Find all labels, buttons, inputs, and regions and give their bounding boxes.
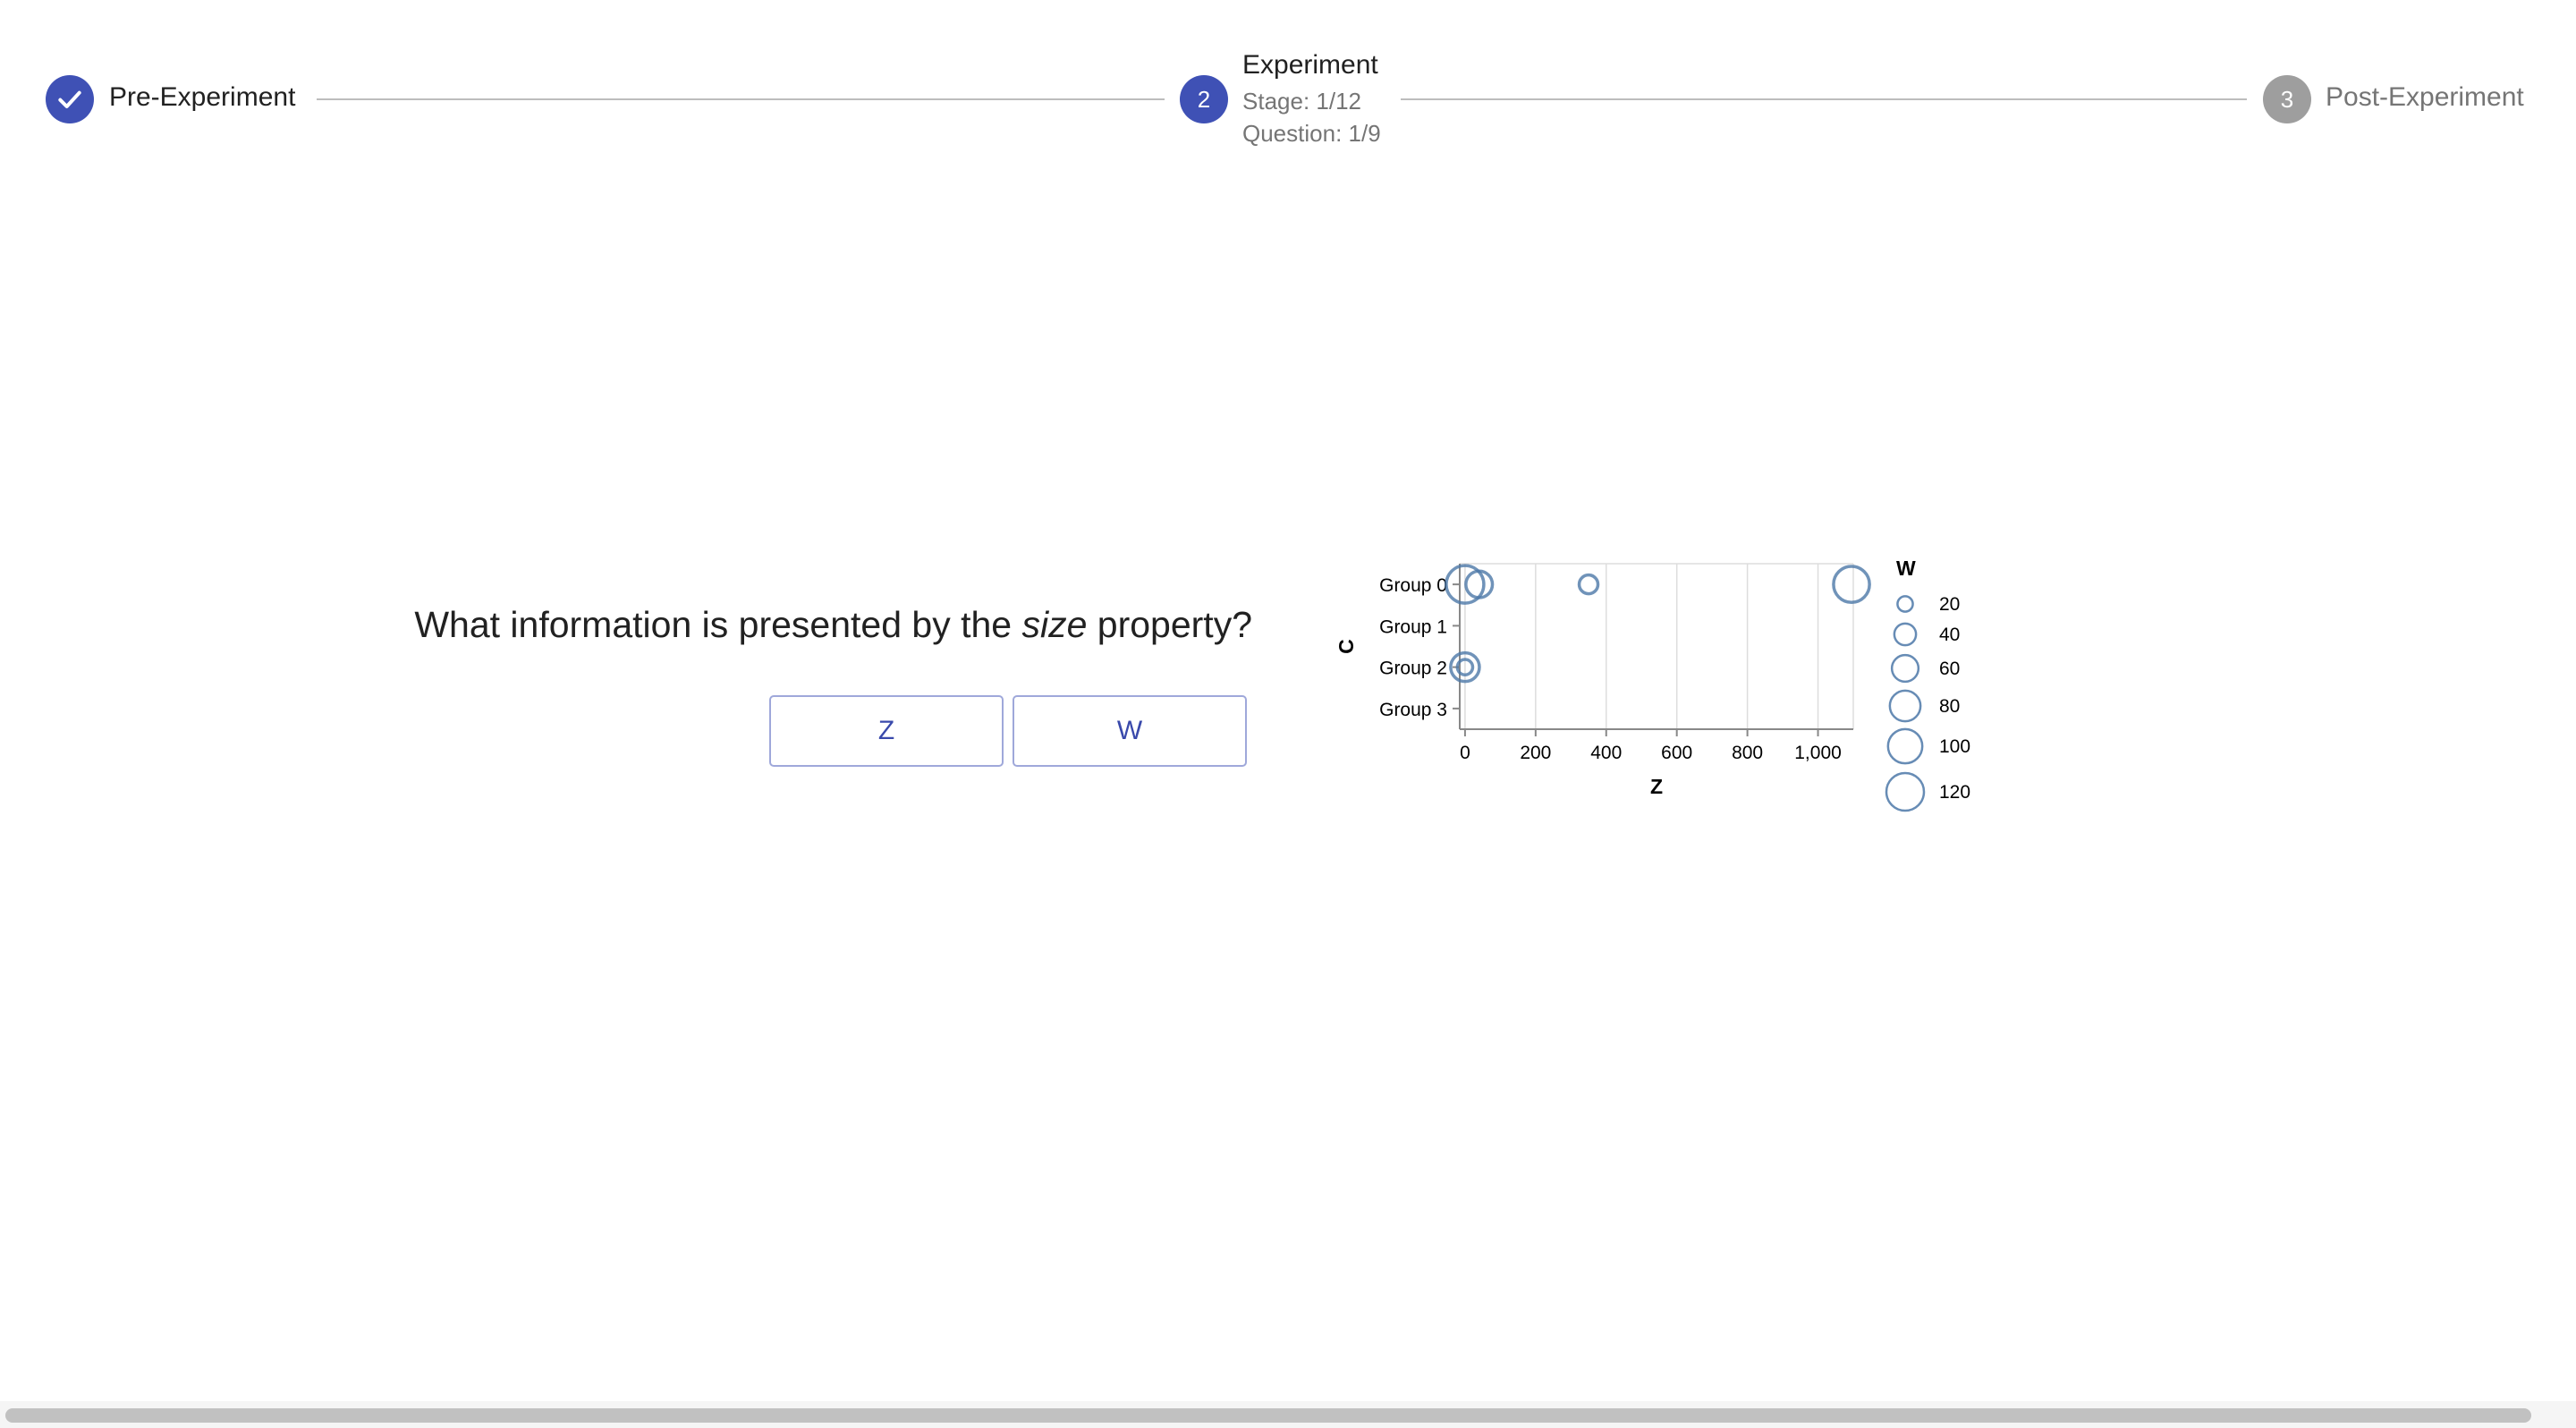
step-number-badge: 2 [1180, 75, 1228, 123]
y-tick-label: Group 0 [1379, 575, 1447, 596]
data-point [1832, 565, 1871, 604]
step-label-post-experiment: Post-Experiment [2326, 82, 2524, 112]
step-connector [1401, 98, 2247, 100]
answer-button-w[interactable]: W [1013, 695, 1247, 767]
horizontal-scrollbar-thumb[interactable] [5, 1408, 2531, 1423]
legend-symbol [1886, 727, 1924, 765]
legend-symbol [1893, 622, 1918, 647]
legend-label: 20 [1939, 594, 1960, 615]
x-axis-title: Z [1650, 775, 1663, 798]
step-number-badge: 3 [2263, 75, 2311, 123]
question-prefix: What information is presented by the [414, 604, 1022, 645]
answer-button-z[interactable]: Z [769, 695, 1004, 767]
data-point [1577, 573, 1600, 596]
x-tick-label: 1,000 [1794, 743, 1842, 763]
legend-label: 40 [1939, 625, 1960, 645]
x-tick-label: 600 [1661, 743, 1692, 763]
y-tick-label: Group 2 [1379, 659, 1447, 679]
y-tick-label: Group 1 [1379, 616, 1447, 637]
stage-counter: Stage: 1/12 [1242, 88, 1361, 115]
data-point [1464, 569, 1495, 599]
legend-symbol [1896, 595, 1914, 613]
legend-label: 60 [1939, 659, 1960, 679]
legend-symbol [1888, 689, 1922, 723]
check-icon [58, 90, 81, 108]
question-emphasis: size [1021, 604, 1088, 645]
legend-symbol [1885, 771, 1926, 812]
legend-label: 100 [1939, 736, 1970, 757]
legend-title: W [1896, 557, 1916, 580]
question-counter: Question: 1/9 [1242, 120, 1381, 147]
y-tick-label: Group 3 [1379, 700, 1447, 720]
x-tick-label: 0 [1460, 743, 1470, 763]
experiment-page: Pre-Experiment 2 Experiment Stage: 1/12 … [0, 0, 2576, 1428]
x-tick-label: 200 [1520, 743, 1551, 763]
progress-stepper: Pre-Experiment 2 Experiment Stage: 1/12 … [0, 0, 2576, 179]
question-text: What information is presented by the siz… [268, 604, 1252, 646]
x-tick-label: 400 [1590, 743, 1622, 763]
legend-label: 120 [1939, 782, 1970, 803]
question-suffix: property? [1087, 604, 1252, 645]
step-label-experiment: Experiment [1242, 50, 1378, 80]
legend-label: 80 [1939, 696, 1960, 717]
step-label-pre-experiment: Pre-Experiment [109, 82, 296, 112]
legend-symbol [1890, 653, 1920, 684]
step-connector [317, 98, 1165, 100]
y-axis-title: C [1335, 639, 1358, 654]
bubble-chart: 0 200 400 600 800 1,000 Group 0 Group 1 Group 2 G… [1335, 557, 1970, 812]
step-completed-icon [46, 75, 94, 123]
x-tick-label: 800 [1732, 743, 1763, 763]
